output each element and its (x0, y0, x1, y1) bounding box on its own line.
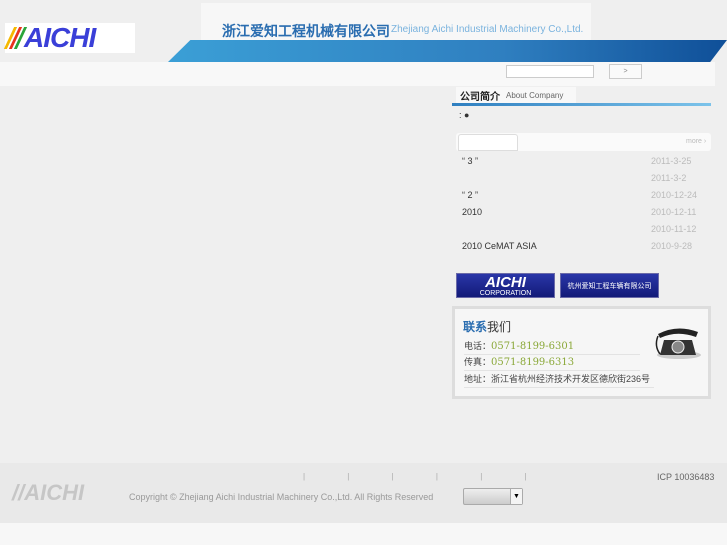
icp-number[interactable]: ICP 10036483 (657, 472, 714, 482)
chevron-down-icon[interactable]: ▼ (510, 489, 522, 504)
address-line: 地址：浙江省杭州经济技术开发区德欣街236号 (464, 372, 654, 388)
company-title-en: Zhejiang Aichi Industrial Machinery Co.,… (391, 24, 584, 35)
about-divider (452, 103, 711, 106)
news-date: 2010-12-11 (651, 207, 697, 217)
news-title[interactable]: 2010 CeMAT ASIA (462, 241, 537, 258)
search-input[interactable] (506, 65, 594, 78)
footer-logo: //AICHI (12, 480, 85, 505)
banner-logo: AICHI (485, 273, 526, 291)
contact-title: 联系我们 (463, 318, 511, 335)
banner-sub: CORPORATION (479, 289, 532, 297)
hangzhou-aichi-banner[interactable]: 杭州爱知工程车辆有限公司 (560, 273, 659, 298)
company-title-cn: 浙江爱知工程机械有限公司 (222, 23, 390, 39)
aichi-logo[interactable]: AICHI (3, 22, 135, 53)
phone-line: 电话：0571-8199-6301 (464, 339, 640, 355)
contact-title-a: 联系 (463, 320, 488, 334)
fax-label: 传真： (464, 357, 492, 367)
news-item[interactable]: 2010 CeMAT ASIA 2010-9-28 (462, 241, 711, 258)
phone-value: 0571-8199-6301 (491, 341, 575, 352)
news-tab[interactable] (458, 134, 518, 151)
page-bottom (0, 523, 727, 545)
footer-logo-text: AICHI (24, 480, 85, 505)
news-date: 2010-12-24 (651, 190, 698, 200)
about-intro: : ● (459, 110, 470, 120)
news-item[interactable]: “ 3 ” 2011-3-25 (462, 156, 711, 173)
news-date: 2010-9-28 (651, 241, 693, 251)
news-title[interactable]: “ 3 ” (462, 156, 478, 173)
news-item[interactable]: 2011-3-2 (462, 173, 711, 190)
about-title-cn: 公司简介 (460, 92, 500, 103)
search-button[interactable]: > (609, 64, 642, 79)
news-title[interactable]: 2010 (462, 207, 482, 224)
copyright: Copyright © Zhejiang Aichi Industrial Ma… (129, 492, 434, 502)
about-heading: 公司简介 About Company (456, 87, 576, 104)
news-date: 2010-11-12 (651, 224, 697, 234)
footer-links[interactable]: | | | | | | (303, 472, 547, 481)
telephone-icon (655, 328, 701, 359)
logo-text: AICHI (24, 22, 96, 53)
aichi-corporation-banner[interactable]: AICHI CORPORATION (456, 273, 555, 298)
fax-line: 传真：0571-8199-6313 (464, 355, 640, 371)
contact-title-b: 我们 (487, 320, 512, 334)
news-title[interactable]: “ 2 ” (462, 190, 478, 207)
links-select[interactable]: ▼ (463, 488, 523, 505)
sub-band (0, 62, 715, 86)
news-date: 2011-3-25 (651, 156, 692, 166)
about-title-en: About Company (506, 91, 564, 100)
news-date: 2011-3-2 (651, 173, 687, 183)
header-band (168, 40, 727, 62)
news-item[interactable]: 2010 2010-12-11 (462, 207, 711, 224)
logo-stripes-icon (3, 27, 28, 49)
fax-value: 0571-8199-6313 (491, 357, 575, 368)
news-item[interactable]: “ 2 ” 2010-12-24 (462, 190, 711, 207)
more-link[interactable]: more › (686, 138, 706, 145)
news-item[interactable]: 2010-11-12 (462, 224, 711, 241)
phone-label: 电话： (464, 341, 492, 351)
